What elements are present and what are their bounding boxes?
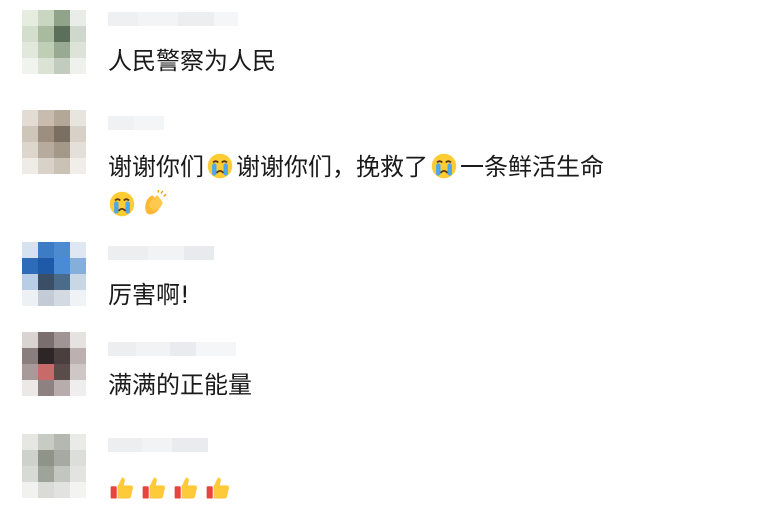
username-blurred[interactable] (108, 12, 238, 26)
thumbs-up-emoji-icon (206, 477, 229, 499)
comment-emoji-line (108, 472, 234, 506)
thumbs-up-emoji-icon (174, 477, 197, 499)
comment-text-part: 一条鲜活生命 (460, 153, 604, 181)
comment-item: 厉害啊! (0, 236, 762, 326)
avatar[interactable] (22, 332, 86, 396)
avatar[interactable] (22, 10, 86, 74)
comment-item (0, 428, 762, 528)
comment-item: 人民警察为人民 (0, 0, 762, 90)
comment-text-part: 谢谢你们，挽救了 (236, 153, 428, 181)
thumbs-up-emoji-icon (142, 477, 165, 499)
username-blurred[interactable] (108, 116, 164, 130)
comment-text-part: 谢谢你们 (108, 153, 204, 181)
username-blurred[interactable] (108, 342, 236, 356)
clapping-hands-emoji-icon (145, 190, 167, 215)
comment-item: 谢谢你们 谢谢你们，挽救了 一条鲜活生命 (0, 100, 762, 230)
username-blurred[interactable] (108, 438, 208, 452)
crying-face-emoji-icon (109, 191, 135, 217)
comment-text: 满满的正能量 (108, 371, 252, 399)
crying-face-emoji-icon (207, 153, 233, 179)
comment-emoji-line (108, 188, 170, 222)
avatar[interactable] (22, 242, 86, 306)
avatar[interactable] (22, 110, 86, 174)
comment-text: 厉害啊! (108, 281, 190, 309)
comment-text: 人民警察为人民 (108, 47, 276, 75)
crying-face-emoji-icon (431, 153, 457, 179)
comment-text: 谢谢你们 谢谢你们，挽救了 一条鲜活生命 (108, 150, 604, 184)
username-blurred[interactable] (108, 246, 214, 260)
comment-item: 满满的正能量 (0, 326, 762, 426)
thumbs-up-emoji-icon (110, 477, 133, 499)
avatar[interactable] (22, 434, 86, 498)
